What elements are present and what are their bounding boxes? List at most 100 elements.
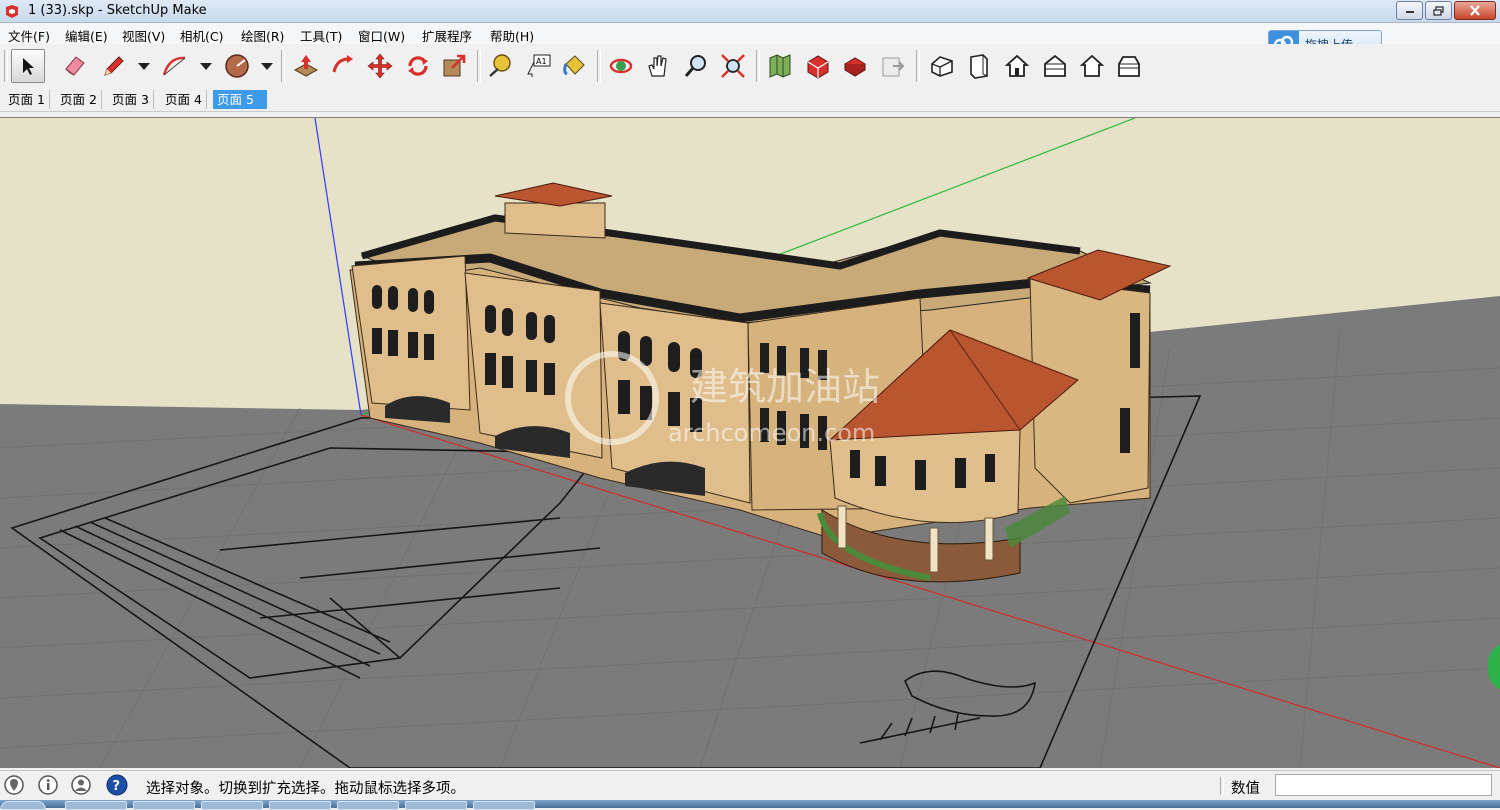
orbit-tool-button[interactable]: [604, 49, 638, 83]
minimize-button[interactable]: [1396, 1, 1423, 20]
paint-bucket-icon: [563, 55, 585, 76]
move-icon: [367, 53, 393, 79]
right-view-button[interactable]: [1038, 49, 1072, 83]
close-icon: [1470, 5, 1480, 16]
paint-bucket-tool-button[interactable]: [558, 49, 592, 83]
arc-dropdown[interactable]: [199, 56, 213, 78]
close-button[interactable]: [1454, 1, 1496, 20]
tab-page-4[interactable]: 页面 4: [161, 90, 207, 109]
top-view-button[interactable]: [962, 49, 996, 83]
top-view-icon: [970, 54, 988, 79]
drawing-viewport[interactable]: 建筑加油站 archcomeon.com: [0, 117, 1500, 768]
tape-measure-icon: [489, 54, 511, 77]
scale-tool-button[interactable]: [437, 49, 471, 83]
menu-window[interactable]: 窗口(W): [358, 26, 405, 45]
arc-tool-button[interactable]: [158, 49, 192, 83]
main-toolbar: A1: [0, 44, 1500, 90]
shapes-tool-button[interactable]: [220, 49, 254, 83]
text-tool-button[interactable]: A1: [521, 49, 555, 83]
os-taskbar: [0, 800, 1500, 810]
orbit-icon: [609, 58, 633, 74]
shapes-dropdown[interactable]: [260, 56, 274, 78]
help-instructor-icon[interactable]: ?: [106, 774, 128, 796]
iso-house-icon: [931, 56, 953, 77]
credits-info-icon[interactable]: [37, 774, 59, 796]
extension-warehouse-button[interactable]: [838, 49, 872, 83]
watermark-cn: 建筑加油站: [690, 365, 880, 409]
chevron-down-icon: [138, 63, 150, 70]
tab-page-5[interactable]: 页面 5: [213, 90, 267, 109]
follow-me-tool-button[interactable]: [326, 49, 360, 83]
extension-icon: [844, 57, 866, 77]
back-house-icon: [1079, 54, 1105, 77]
map-icon: [769, 54, 791, 78]
status-message: 选择对象。切换到扩充选择。拖动鼠标选择多项。: [146, 781, 465, 797]
user-account-icon[interactable]: [70, 774, 92, 796]
eraser-tool-button[interactable]: [58, 49, 92, 83]
menu-tools[interactable]: 工具(T): [300, 26, 342, 45]
status-bar: ? 选择对象。切换到扩充选择。拖动鼠标选择多项。 数值: [0, 770, 1500, 801]
menu-help[interactable]: 帮助(H): [490, 26, 534, 45]
taskbar-app-5[interactable]: [337, 801, 399, 810]
geolocation-icon[interactable]: [3, 774, 25, 796]
rotate-tool-button[interactable]: [401, 49, 435, 83]
left-view-button[interactable]: [1112, 49, 1146, 83]
menu-edit[interactable]: 编辑(E): [65, 26, 108, 45]
measurements-input[interactable]: [1275, 774, 1492, 796]
push-pull-icon: [293, 55, 319, 77]
svg-text:?: ?: [113, 779, 121, 794]
arc-icon: [162, 56, 186, 76]
restore-button[interactable]: [1425, 1, 1452, 20]
pencil-dropdown[interactable]: [137, 56, 151, 78]
pan-tool-button[interactable]: [641, 49, 675, 83]
menu-view[interactable]: 视图(V): [122, 26, 165, 45]
zoom-extents-tool-button[interactable]: [716, 49, 750, 83]
eraser-icon: [65, 56, 85, 76]
menu-draw[interactable]: 绘图(R): [241, 26, 284, 45]
magnifier-icon: [684, 55, 706, 77]
tape-measure-tool-button[interactable]: [483, 49, 517, 83]
taskbar-app-1[interactable]: [65, 801, 127, 810]
menu-camera[interactable]: 相机(C): [180, 26, 223, 45]
select-tool-button[interactable]: [11, 49, 45, 83]
tab-page-1[interactable]: 页面 1: [4, 90, 50, 109]
scale-icon: [443, 54, 466, 77]
menu-extensions[interactable]: 扩展程序: [422, 26, 472, 45]
select-arrow-icon: [23, 58, 34, 75]
sketchup-logo-icon: [6, 5, 18, 18]
taskbar-app-7[interactable]: [473, 801, 535, 810]
previous-view-button[interactable]: [763, 49, 797, 83]
taskbar-app-2[interactable]: [133, 801, 195, 810]
restore-icon: [1432, 5, 1444, 16]
back-view-button[interactable]: [1075, 49, 1109, 83]
iso-view-button[interactable]: [925, 49, 959, 83]
measurements-label: 数值: [1231, 781, 1260, 797]
taskbar-app-3[interactable]: [201, 801, 263, 810]
tab-page-3[interactable]: 页面 3: [108, 90, 154, 109]
push-pull-tool-button[interactable]: [289, 49, 323, 83]
scene-tabs: 页面 1 页面 2 页面 3 页面 4 页面 5: [0, 89, 1500, 112]
status-divider: [1220, 777, 1224, 795]
left-house-icon: [1118, 56, 1140, 77]
move-tool-button[interactable]: [363, 49, 397, 83]
menu-file[interactable]: 文件(F): [8, 26, 50, 45]
send-to-layout-icon: [882, 57, 905, 77]
pencil-tool-button[interactable]: [97, 49, 131, 83]
follow-me-icon: [332, 55, 353, 73]
layout-send-button[interactable]: [876, 49, 910, 83]
taskbar-app-4[interactable]: [269, 801, 331, 810]
start-button[interactable]: [0, 801, 46, 810]
front-view-button[interactable]: [1000, 49, 1034, 83]
rotate-icon: [408, 56, 428, 76]
title-bar: 1 (33).skp - SketchUp Make: [0, 0, 1500, 23]
front-house-icon: [1004, 54, 1030, 77]
pencil-icon: [104, 56, 124, 76]
right-house-icon: [1044, 54, 1066, 77]
taskbar-app-6[interactable]: [405, 801, 467, 810]
minimize-icon: [1405, 10, 1414, 13]
3d-warehouse-button[interactable]: [801, 49, 835, 83]
tab-page-2[interactable]: 页面 2: [56, 90, 102, 109]
zoom-extents-icon: [721, 54, 745, 78]
svg-text:A1: A1: [536, 57, 547, 66]
zoom-tool-button[interactable]: [679, 49, 713, 83]
